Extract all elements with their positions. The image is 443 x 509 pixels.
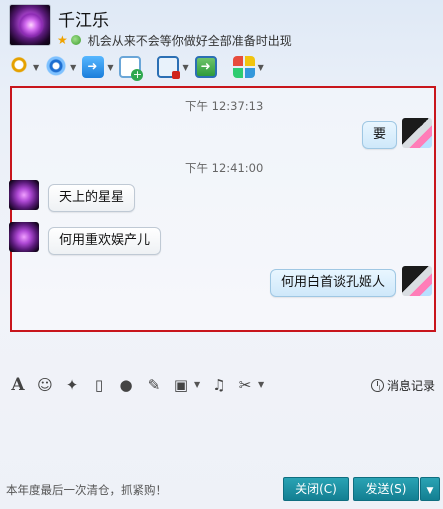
microphone-icon: [8, 56, 30, 78]
shake-icon[interactable]: ▯: [90, 376, 108, 394]
contact-message-avatar[interactable]: [9, 180, 39, 210]
voice-call-button[interactable]: ▼: [8, 54, 39, 80]
input-toolbar: A ☺ ✦ ▯ ● ✎ ▣ ▼ ♫ ✂ ▼ 消息记录: [0, 374, 443, 398]
ad-tip[interactable]: 本年度最后一次清仓，抓紧购！: [6, 482, 167, 498]
contact-avatar[interactable]: [9, 4, 51, 46]
chevron-down-icon[interactable]: ▼: [258, 380, 264, 389]
chevron-down-icon[interactable]: ▼: [182, 63, 188, 72]
voice-icon[interactable]: ●: [117, 376, 135, 394]
star-icon: ★: [57, 33, 68, 47]
message-bubble-me: 要: [362, 121, 398, 149]
mobile-online-icon: [70, 35, 81, 45]
rose-image: [18, 12, 44, 38]
magic-icon[interactable]: ✦: [63, 376, 81, 394]
message-timestamp: 下午 12:41:00: [185, 161, 264, 175]
top-toolbar: ▼ ▼ ▼ ▼ ▼: [8, 54, 270, 81]
scissors-icon[interactable]: ✂: [236, 376, 254, 394]
chevron-down-icon[interactable]: ▼: [194, 380, 200, 389]
message-bubble-contact: 天上的星星: [48, 184, 136, 212]
my-avatar[interactable]: [402, 266, 432, 296]
screen-share-button[interactable]: [194, 54, 217, 80]
apps-grid-icon: [232, 56, 255, 78]
chat-history[interactable]: 下午 12:37:13 要 下午 12:41:00 天上的星星 何用重欢娱产儿 …: [9, 86, 436, 332]
remote-screen-icon: [157, 56, 181, 79]
status-line: ★ 机会从来不会等你做好全部准备时出现: [57, 32, 292, 48]
video-call-button[interactable]: ▼: [45, 54, 76, 80]
message-timestamp: 下午 12:37:13: [185, 99, 264, 113]
my-avatar[interactable]: [402, 118, 432, 148]
chevron-down-icon[interactable]: ▼: [70, 63, 76, 72]
message-bubble-contact: 何用重欢娱产儿: [48, 227, 162, 255]
send-button[interactable]: 发送(S): [353, 477, 419, 501]
edit-icon[interactable]: ✎: [145, 376, 163, 394]
file-transfer-icon: [82, 56, 105, 78]
history-label: 消息记录: [386, 379, 435, 393]
apps-button[interactable]: ▼: [232, 54, 264, 80]
emoji-icon[interactable]: ☺: [36, 376, 54, 394]
add-app-icon: [119, 56, 144, 81]
music-icon[interactable]: ♫: [210, 376, 228, 394]
remote-desktop-button[interactable]: ▼: [157, 54, 189, 80]
contact-name: 千江乐: [58, 11, 109, 31]
add-app-button[interactable]: [119, 54, 144, 81]
chevron-down-icon[interactable]: ▼: [107, 63, 113, 72]
contact-signature: 机会从来不会等你做好全部准备时出现: [87, 33, 292, 48]
font-icon[interactable]: A: [9, 376, 27, 394]
image-icon[interactable]: ▣: [172, 376, 190, 394]
message-bubble-me: 何用白首谈孔姬人: [270, 269, 397, 297]
file-transfer-button[interactable]: ▼: [82, 54, 113, 80]
send-options-button[interactable]: [420, 477, 440, 501]
clock-icon: [370, 379, 384, 392]
history-button[interactable]: 消息记录: [370, 377, 435, 394]
video-camera-icon: [45, 56, 68, 78]
contact-message-avatar[interactable]: [9, 222, 39, 252]
chevron-down-icon[interactable]: ▼: [33, 63, 39, 72]
screen-share-icon: [194, 56, 217, 78]
chevron-down-icon[interactable]: ▼: [258, 63, 264, 72]
close-button[interactable]: 关闭(C): [283, 477, 349, 501]
